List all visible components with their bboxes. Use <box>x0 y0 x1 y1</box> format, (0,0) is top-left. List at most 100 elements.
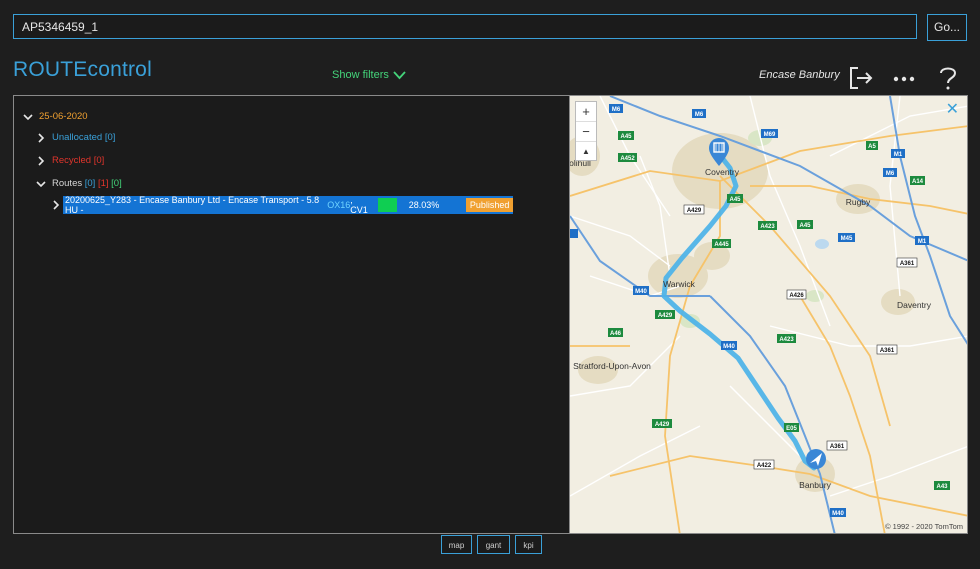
svg-text:M69: M69 <box>764 132 776 138</box>
place-rugby: Rugby <box>846 197 871 207</box>
more-button[interactable] <box>891 65 917 91</box>
road-a422: A422 <box>753 459 775 470</box>
road-m6c: M6 <box>883 168 897 177</box>
road-m40d: M40 <box>830 508 846 517</box>
svg-text:M40: M40 <box>832 511 844 517</box>
recycled-label: Recycled <box>52 155 92 166</box>
tree-node-date[interactable]: 25-06-2020 <box>23 111 88 122</box>
zoom-in-button[interactable]: + <box>576 102 596 122</box>
tree-node-recycled[interactable]: Recycled [0] <box>36 155 104 166</box>
svg-text:A43: A43 <box>936 484 948 490</box>
road-m40c <box>570 229 578 238</box>
svg-text:A45: A45 <box>620 134 632 140</box>
road-a45c: A45 <box>797 220 813 229</box>
road-m1a: M1 <box>891 149 905 158</box>
unallocated-label: Unallocated <box>52 132 103 143</box>
view-kpi-button[interactable]: kpi <box>515 535 542 554</box>
chevron-right-icon[interactable] <box>51 200 61 210</box>
road-m6a: M6 <box>609 104 623 113</box>
app-brand: ROUTEcontrol <box>13 58 152 81</box>
route-status-badge: Published <box>466 198 513 212</box>
route-postcode-2: , CV1 <box>350 195 368 215</box>
svg-text:A426: A426 <box>789 293 804 299</box>
search-input[interactable]: AP5346459_1 <box>13 14 917 39</box>
svg-text:M40: M40 <box>635 289 647 295</box>
view-gant-button[interactable]: gant <box>477 535 510 554</box>
zoom-out-button[interactable]: − <box>576 122 596 142</box>
road-m40b: M40 <box>721 341 737 350</box>
svg-text:A45: A45 <box>729 197 741 203</box>
road-a429c: A429 <box>652 419 672 428</box>
route-tree-panel: 25-06-2020 Unallocated [0] Recycled [0] … <box>13 95 569 534</box>
tree-date-label: 25-06-2020 <box>39 111 88 122</box>
chevron-down-icon <box>393 70 406 79</box>
map-canvas[interactable]: M6 M6 M69 A45 A452 A5 M1 M6 A14 A429 A45… <box>570 96 968 534</box>
svg-text:M1: M1 <box>918 239 927 245</box>
routes-count-recycled: [1] <box>97 178 109 189</box>
chevron-right-icon <box>38 155 45 166</box>
routes-label: Routes <box>52 178 83 189</box>
svg-text:A429: A429 <box>658 313 673 319</box>
place-banbury: Banbury <box>799 480 831 490</box>
svg-text:M6: M6 <box>695 112 704 118</box>
road-m45: M45 <box>838 233 855 242</box>
svg-text:M40: M40 <box>723 344 735 350</box>
svg-text:A429: A429 <box>655 422 670 428</box>
route-status-indicator <box>377 198 397 212</box>
help-button[interactable] <box>935 65 961 91</box>
road-a429b: A429 <box>655 310 675 319</box>
show-filters-label: Show filters <box>332 69 389 81</box>
logout-icon <box>850 67 873 89</box>
go-button[interactable]: Go... <box>927 14 967 41</box>
road-a14: A14 <box>910 176 925 185</box>
road-a43: A43 <box>934 481 950 490</box>
destination-marker-icon <box>806 449 826 469</box>
place-daventry: Daventry <box>897 300 932 310</box>
search-row: AP5346459_1 Go... <box>13 14 967 41</box>
map-panel[interactable]: M6 M6 M69 A45 A452 A5 M1 M6 A14 A429 A45… <box>569 95 968 534</box>
chevron-down-icon <box>36 180 46 187</box>
road-m40a: M40 <box>633 286 649 295</box>
svg-text:M6: M6 <box>886 171 895 177</box>
compass-button[interactable]: ▲ <box>576 142 596 161</box>
route-postcode-1: OX16 <box>327 200 351 210</box>
route-item-selected[interactable]: 20200625_Y283 - Encase Banbury Ltd - Enc… <box>63 195 513 215</box>
svg-text:A445: A445 <box>714 242 729 248</box>
svg-text:A361: A361 <box>830 444 845 450</box>
road-m6b: M6 <box>692 109 706 118</box>
route-percent: 28.03% <box>408 200 440 210</box>
routes-count-ok: [0] <box>111 178 122 189</box>
show-filters-toggle[interactable]: Show filters <box>332 69 406 81</box>
road-a423a: A423 <box>758 221 777 230</box>
svg-text:A5: A5 <box>868 144 876 150</box>
view-map-button[interactable]: map <box>441 535 472 554</box>
map-close-button[interactable]: ✕ <box>946 99 959 119</box>
svg-text:A429: A429 <box>687 208 702 214</box>
road-a445: A445 <box>712 239 731 248</box>
svg-text:A423: A423 <box>760 224 775 230</box>
routes-count-unallocated: [0] <box>84 178 96 189</box>
svg-text:A361: A361 <box>880 348 895 354</box>
chevron-right-icon <box>38 132 45 143</box>
svg-text:M45: M45 <box>841 236 853 242</box>
map-copyright: © 1992 - 2020 TomTom <box>885 522 963 531</box>
svg-text:A361: A361 <box>900 261 915 267</box>
road-a361a: A361 <box>896 257 918 268</box>
logout-button[interactable] <box>848 65 874 91</box>
road-a426: A426 <box>786 289 807 300</box>
svg-text:A46: A46 <box>610 331 622 337</box>
road-e05: E05 <box>784 423 799 432</box>
tree-node-routes[interactable]: Routes [0] [1] [0] <box>36 178 122 189</box>
route-item-text: 20200625_Y283 - Encase Banbury Ltd - Enc… <box>65 195 320 215</box>
unallocated-count: [0] <box>104 132 116 143</box>
svg-text:A14: A14 <box>912 179 924 185</box>
place-coventry: Coventry <box>705 167 740 177</box>
road-a5: A5 <box>866 141 878 150</box>
road-a45a: A45 <box>618 131 634 140</box>
svg-text:A422: A422 <box>757 463 772 469</box>
place-warwick: Warwick <box>663 279 696 289</box>
tree-node-unallocated[interactable]: Unallocated [0] <box>36 132 115 143</box>
road-a361b: A361 <box>876 344 898 355</box>
road-a452: A452 <box>618 153 637 162</box>
road-a45b: A45 <box>727 194 743 203</box>
